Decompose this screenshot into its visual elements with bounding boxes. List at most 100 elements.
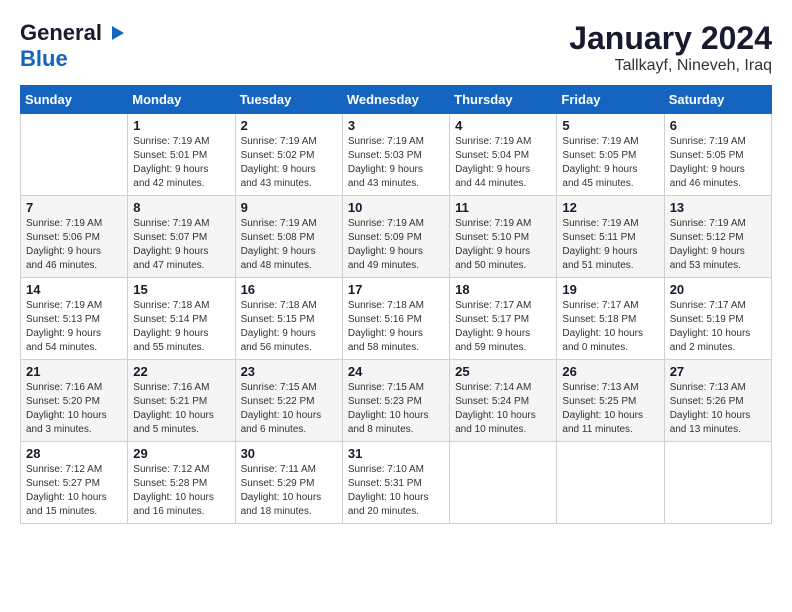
calendar-cell: 16 Sunrise: 7:18 AM Sunset: 5:15 PM Dayli… bbox=[235, 278, 342, 360]
day-number: 17 bbox=[348, 282, 444, 297]
day-number: 30 bbox=[241, 446, 337, 461]
day-info: Sunrise: 7:19 AM Sunset: 5:06 PM Dayligh… bbox=[26, 217, 122, 273]
day-number: 16 bbox=[241, 282, 337, 297]
logo-general: General bbox=[20, 20, 102, 46]
calendar-cell: 30 Sunrise: 7:11 AM Sunset: 5:29 PM Dayli… bbox=[235, 442, 342, 524]
day-info: Sunrise: 7:19 AM Sunset: 5:13 PM Dayligh… bbox=[26, 299, 122, 355]
day-number: 4 bbox=[455, 118, 551, 133]
day-info: Sunrise: 7:18 AM Sunset: 5:16 PM Dayligh… bbox=[348, 299, 444, 355]
day-info: Sunrise: 7:10 AM Sunset: 5:31 PM Dayligh… bbox=[348, 463, 444, 519]
weekday-header-monday: Monday bbox=[128, 86, 235, 114]
day-number: 3 bbox=[348, 118, 444, 133]
day-number: 29 bbox=[133, 446, 229, 461]
day-info: Sunrise: 7:16 AM Sunset: 5:20 PM Dayligh… bbox=[26, 381, 122, 437]
day-number: 20 bbox=[670, 282, 766, 297]
calendar-cell: 10 Sunrise: 7:19 AM Sunset: 5:09 PM Dayli… bbox=[342, 196, 449, 278]
logo: General Blue bbox=[20, 20, 126, 72]
day-number: 27 bbox=[670, 364, 766, 379]
page-header: General Blue January 2024 Tallkayf, Nine… bbox=[20, 20, 772, 75]
day-number: 19 bbox=[562, 282, 658, 297]
day-number: 18 bbox=[455, 282, 551, 297]
day-number: 11 bbox=[455, 200, 551, 215]
day-number: 1 bbox=[133, 118, 229, 133]
day-info: Sunrise: 7:12 AM Sunset: 5:28 PM Dayligh… bbox=[133, 463, 229, 519]
month-year-title: January 2024 bbox=[569, 20, 772, 57]
calendar-cell: 19 Sunrise: 7:17 AM Sunset: 5:18 PM Dayli… bbox=[557, 278, 664, 360]
day-info: Sunrise: 7:18 AM Sunset: 5:15 PM Dayligh… bbox=[241, 299, 337, 355]
location-subtitle: Tallkayf, Nineveh, Iraq bbox=[569, 57, 772, 75]
calendar-cell: 27 Sunrise: 7:13 AM Sunset: 5:26 PM Dayli… bbox=[664, 360, 771, 442]
day-info: Sunrise: 7:19 AM Sunset: 5:10 PM Dayligh… bbox=[455, 217, 551, 273]
calendar-cell: 24Sunrise: 7:15 AM Sunset: 5:23 PM Dayli… bbox=[342, 360, 449, 442]
day-number: 24 bbox=[348, 364, 444, 379]
weekday-header-friday: Friday bbox=[557, 86, 664, 114]
calendar-table: SundayMondayTuesdayWednesdayThursdayFrid… bbox=[20, 85, 772, 524]
day-info: Sunrise: 7:13 AM Sunset: 5:26 PM Dayligh… bbox=[670, 381, 766, 437]
day-number: 13 bbox=[670, 200, 766, 215]
weekday-header-saturday: Saturday bbox=[664, 86, 771, 114]
day-info: Sunrise: 7:19 AM Sunset: 5:12 PM Dayligh… bbox=[670, 217, 766, 273]
day-info: Sunrise: 7:13 AM Sunset: 5:25 PM Dayligh… bbox=[562, 381, 658, 437]
day-info: Sunrise: 7:19 AM Sunset: 5:05 PM Dayligh… bbox=[670, 135, 766, 191]
weekday-header-thursday: Thursday bbox=[450, 86, 557, 114]
calendar-cell: 29 Sunrise: 7:12 AM Sunset: 5:28 PM Dayli… bbox=[128, 442, 235, 524]
calendar-cell: 6Sunrise: 7:19 AM Sunset: 5:05 PM Daylig… bbox=[664, 114, 771, 196]
day-info: Sunrise: 7:17 AM Sunset: 5:18 PM Dayligh… bbox=[562, 299, 658, 355]
day-info: Sunrise: 7:18 AM Sunset: 5:14 PM Dayligh… bbox=[133, 299, 229, 355]
day-number: 28 bbox=[26, 446, 122, 461]
calendar-cell: 25 Sunrise: 7:14 AM Sunset: 5:24 PM Dayli… bbox=[450, 360, 557, 442]
day-info: Sunrise: 7:19 AM Sunset: 5:02 PM Dayligh… bbox=[241, 135, 337, 191]
calendar-cell: 12Sunrise: 7:19 AM Sunset: 5:11 PM Dayli… bbox=[557, 196, 664, 278]
day-number: 21 bbox=[26, 364, 122, 379]
day-info: Sunrise: 7:19 AM Sunset: 5:09 PM Dayligh… bbox=[348, 217, 444, 273]
calendar-cell: 3 Sunrise: 7:19 AM Sunset: 5:03 PM Daylig… bbox=[342, 114, 449, 196]
day-info: Sunrise: 7:16 AM Sunset: 5:21 PM Dayligh… bbox=[133, 381, 229, 437]
day-info: Sunrise: 7:19 AM Sunset: 5:01 PM Dayligh… bbox=[133, 135, 229, 191]
calendar-cell: 4 Sunrise: 7:19 AM Sunset: 5:04 PM Daylig… bbox=[450, 114, 557, 196]
calendar-week-row: 1 Sunrise: 7:19 AM Sunset: 5:01 PM Daylig… bbox=[21, 114, 772, 196]
calendar-week-row: 21 Sunrise: 7:16 AM Sunset: 5:20 PM Dayli… bbox=[21, 360, 772, 442]
day-number: 23 bbox=[241, 364, 337, 379]
calendar-cell: 31Sunrise: 7:10 AM Sunset: 5:31 PM Dayli… bbox=[342, 442, 449, 524]
title-block: January 2024 Tallkayf, Nineveh, Iraq bbox=[569, 20, 772, 75]
day-number: 2 bbox=[241, 118, 337, 133]
calendar-cell bbox=[450, 442, 557, 524]
day-info: Sunrise: 7:19 AM Sunset: 5:05 PM Dayligh… bbox=[562, 135, 658, 191]
day-number: 14 bbox=[26, 282, 122, 297]
day-number: 25 bbox=[455, 364, 551, 379]
calendar-cell: 21 Sunrise: 7:16 AM Sunset: 5:20 PM Dayli… bbox=[21, 360, 128, 442]
calendar-week-row: 28Sunrise: 7:12 AM Sunset: 5:27 PM Dayli… bbox=[21, 442, 772, 524]
day-number: 22 bbox=[133, 364, 229, 379]
day-info: Sunrise: 7:19 AM Sunset: 5:07 PM Dayligh… bbox=[133, 217, 229, 273]
day-number: 10 bbox=[348, 200, 444, 215]
calendar-cell: 17 Sunrise: 7:18 AM Sunset: 5:16 PM Dayli… bbox=[342, 278, 449, 360]
logo-icon bbox=[104, 22, 126, 44]
weekday-header-wednesday: Wednesday bbox=[342, 86, 449, 114]
day-info: Sunrise: 7:14 AM Sunset: 5:24 PM Dayligh… bbox=[455, 381, 551, 437]
calendar-cell: 15 Sunrise: 7:18 AM Sunset: 5:14 PM Dayli… bbox=[128, 278, 235, 360]
weekday-header-tuesday: Tuesday bbox=[235, 86, 342, 114]
day-number: 7 bbox=[26, 200, 122, 215]
day-number: 9 bbox=[241, 200, 337, 215]
day-number: 5 bbox=[562, 118, 658, 133]
calendar-cell: 23 Sunrise: 7:15 AM Sunset: 5:22 PM Dayli… bbox=[235, 360, 342, 442]
calendar-cell: 8Sunrise: 7:19 AM Sunset: 5:07 PM Daylig… bbox=[128, 196, 235, 278]
day-info: Sunrise: 7:19 AM Sunset: 5:08 PM Dayligh… bbox=[241, 217, 337, 273]
calendar-cell: 7 Sunrise: 7:19 AM Sunset: 5:06 PM Daylig… bbox=[21, 196, 128, 278]
calendar-cell: 18Sunrise: 7:17 AM Sunset: 5:17 PM Dayli… bbox=[450, 278, 557, 360]
weekday-header-sunday: Sunday bbox=[21, 86, 128, 114]
calendar-cell: 9 Sunrise: 7:19 AM Sunset: 5:08 PM Daylig… bbox=[235, 196, 342, 278]
calendar-cell: 11 Sunrise: 7:19 AM Sunset: 5:10 PM Dayli… bbox=[450, 196, 557, 278]
day-number: 15 bbox=[133, 282, 229, 297]
calendar-week-row: 14 Sunrise: 7:19 AM Sunset: 5:13 PM Dayli… bbox=[21, 278, 772, 360]
day-info: Sunrise: 7:11 AM Sunset: 5:29 PM Dayligh… bbox=[241, 463, 337, 519]
day-info: Sunrise: 7:19 AM Sunset: 5:11 PM Dayligh… bbox=[562, 217, 658, 273]
weekday-header-row: SundayMondayTuesdayWednesdayThursdayFrid… bbox=[21, 86, 772, 114]
calendar-cell: 2 Sunrise: 7:19 AM Sunset: 5:02 PM Daylig… bbox=[235, 114, 342, 196]
calendar-cell bbox=[664, 442, 771, 524]
day-info: Sunrise: 7:19 AM Sunset: 5:04 PM Dayligh… bbox=[455, 135, 551, 191]
calendar-cell: 22 Sunrise: 7:16 AM Sunset: 5:21 PM Dayli… bbox=[128, 360, 235, 442]
day-info: Sunrise: 7:15 AM Sunset: 5:22 PM Dayligh… bbox=[241, 381, 337, 437]
calendar-cell: 26Sunrise: 7:13 AM Sunset: 5:25 PM Dayli… bbox=[557, 360, 664, 442]
day-info: Sunrise: 7:19 AM Sunset: 5:03 PM Dayligh… bbox=[348, 135, 444, 191]
